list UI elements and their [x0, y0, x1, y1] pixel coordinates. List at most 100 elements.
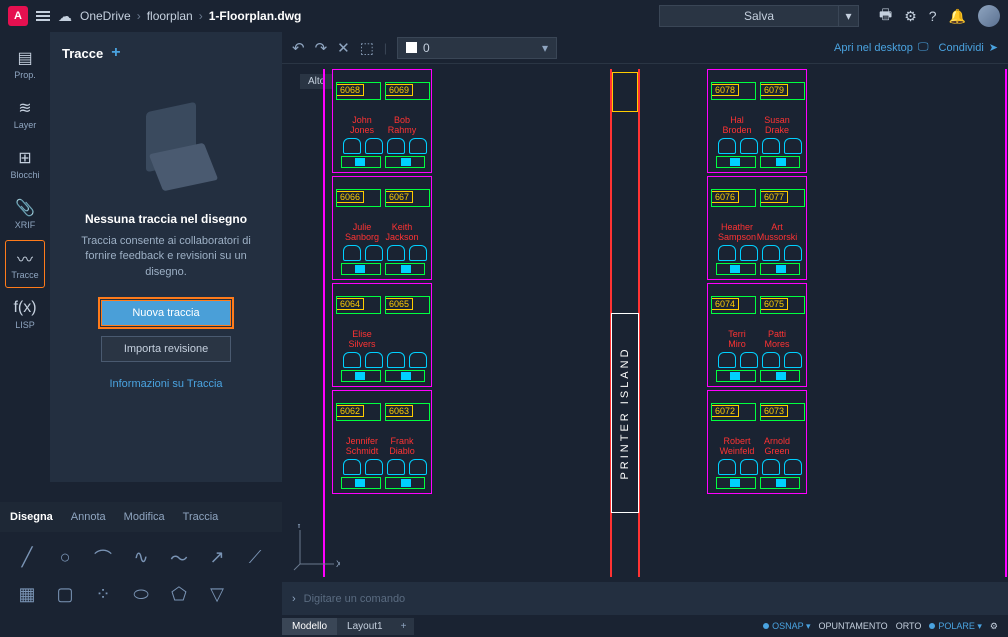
ucs-icon: XY: [292, 524, 340, 572]
corridor-box: [612, 72, 638, 112]
print-icon[interactable]: 🖶: [879, 4, 892, 28]
occupant-name: ArtMussorski: [756, 223, 798, 243]
svg-text:X: X: [336, 559, 340, 569]
breadcrumb-root[interactable]: OneDrive: [80, 9, 131, 23]
rail-label: Prop.: [14, 70, 36, 80]
rail-icon: ⊞: [15, 149, 35, 167]
rail-icon: ▤: [15, 49, 35, 67]
rail-item-prop[interactable]: ▤ Prop.: [5, 40, 45, 88]
polyline-tool[interactable]: ∿: [124, 540, 158, 575]
add-layout-icon[interactable]: +: [393, 618, 415, 635]
undo-icon[interactable]: ↶: [292, 39, 305, 57]
app-logo[interactable]: A: [8, 6, 28, 26]
save-caret-icon[interactable]: ▾: [838, 6, 858, 26]
rail-item-tracce[interactable]: 〰 Tracce: [5, 240, 45, 288]
occupant-name: JulieSanborg: [341, 223, 383, 243]
layout-tab-modello[interactable]: Modello: [282, 618, 337, 635]
trace-info-link[interactable]: Informazioni su Traccia: [62, 378, 270, 390]
command-line[interactable]: › Digitare un comando: [282, 582, 1008, 615]
status-toggle-osnap[interactable]: OSNAP ▾: [763, 621, 810, 632]
point-tool[interactable]: ⁘: [86, 579, 120, 609]
command-chevron-icon[interactable]: ›: [292, 593, 296, 605]
traces-panel: Tracce + Nessuna traccia nel disegno Tra…: [50, 32, 282, 482]
occupant-name: HalBroden: [716, 116, 758, 136]
rail-item-xrif[interactable]: 📎 XRIF: [5, 190, 45, 238]
occupant-name: TerriMiro: [716, 330, 758, 350]
tool-tab-modifica[interactable]: Modifica: [124, 511, 165, 523]
arc-tool[interactable]: ⌒: [86, 540, 120, 575]
spline-tool[interactable]: 〜: [162, 540, 196, 575]
tool-palette: ╱ ○ ⌒ ∿ 〜 ↗ ⟋ ▦ ▢ ⁘ ⬭ ⬠ ▽: [0, 532, 282, 617]
rail-icon: 〰: [15, 249, 35, 267]
office-bay: 60726073RobertWeinfeldArnoldGreen: [707, 390, 807, 494]
occupant-name: BobRahmy: [381, 116, 423, 136]
new-trace-button[interactable]: Nuova traccia: [101, 300, 231, 326]
canvas-toolbar: ↶ ↷ ✕ ⬚ | 0 ▾ Apri nel desktop 🖵 Condivi…: [282, 32, 1008, 64]
occupant-name: HeatherSampson: [716, 223, 758, 243]
rail-item-layer[interactable]: ≋Layer: [5, 90, 45, 138]
layout-tab-layout1[interactable]: Layout1: [337, 618, 393, 635]
breadcrumb-file[interactable]: 1-Floorplan.dwg: [209, 9, 302, 23]
floorplan: PRINTER ISLAND 60686069JohnJonesBobRahmy…: [327, 69, 1003, 577]
occupant-name: ArnoldGreen: [756, 437, 798, 457]
rail-label: LISP: [15, 320, 35, 330]
office-bay: 60746075TerriMiroPattiMores: [707, 283, 807, 387]
gear-icon[interactable]: ⚙: [904, 8, 917, 25]
hatch-tool[interactable]: ▦: [10, 579, 44, 609]
rail-item-lisp[interactable]: f(x)LISP: [5, 290, 45, 338]
rail-icon: 📎: [15, 199, 35, 217]
command-placeholder: Digitare un comando: [304, 593, 406, 605]
region-tool[interactable]: ▽: [200, 579, 234, 609]
selection-cycle-icon[interactable]: ✕: [337, 39, 350, 57]
office-bay: 60766077HeatherSampsonArtMussorski: [707, 176, 807, 280]
occupant-name: KeithJackson: [381, 223, 423, 243]
occupant-name: PattiMores: [756, 330, 798, 350]
drawing-canvas[interactable]: Alto PRINTER ISLAND 60686069JohnJonesBob…: [282, 64, 1008, 582]
printer-island: PRINTER ISLAND: [611, 313, 639, 513]
tool-tab-disegna[interactable]: Disegna: [10, 511, 53, 523]
tool-tab-traccia[interactable]: Traccia: [183, 511, 219, 523]
office-bay: 60666067JulieSanborgKeithJackson: [332, 176, 432, 280]
share-link[interactable]: Condividi ➤: [939, 41, 998, 54]
occupant-name: JenniferSchmidt: [341, 437, 383, 457]
circle-tool[interactable]: ○: [48, 540, 82, 575]
status-settings-icon[interactable]: ⚙: [990, 621, 998, 632]
rect-tool[interactable]: ▢: [48, 579, 82, 609]
occupant-name: JohnJones: [341, 116, 383, 136]
polygon-tool[interactable]: ⬠: [162, 579, 196, 609]
status-toggle-polare[interactable]: POLARE ▾: [929, 621, 982, 632]
occupant-name: RobertWeinfeld: [716, 437, 758, 457]
breadcrumb: OneDrive › floorplan › 1-Floorplan.dwg: [80, 9, 301, 23]
status-bar: OSNAP ▾ OPUNTAMENTO ORTO POLARE ▾ ⚙: [753, 615, 1008, 637]
rail-label: XRIF: [15, 220, 36, 230]
ellipse-tool[interactable]: ⬭: [124, 579, 158, 609]
open-desktop-link[interactable]: Apri nel desktop 🖵: [834, 41, 929, 54]
office-bay: 60686069JohnJonesBobRahmy: [332, 69, 432, 173]
redo-icon[interactable]: ↷: [315, 39, 328, 57]
add-trace-icon[interactable]: +: [111, 44, 120, 62]
rail-icon: ≋: [15, 99, 35, 117]
save-dropdown[interactable]: Salva ▾: [659, 5, 859, 27]
avatar[interactable]: [978, 5, 1000, 27]
save-label: Salva: [744, 9, 774, 23]
layout-tabs: ModelloLayout1+: [282, 615, 414, 637]
occupant-name: FrankDiablo: [381, 437, 423, 457]
status-toggle-opuntamento[interactable]: OPUNTAMENTO: [819, 621, 888, 631]
breadcrumb-folder[interactable]: floorplan: [147, 9, 193, 23]
status-toggle-orto[interactable]: ORTO: [896, 621, 922, 631]
tool-tab-annota[interactable]: Annota: [71, 511, 106, 523]
help-icon[interactable]: ?: [929, 8, 937, 24]
tool-tabs: Disegna Annota Modifica Traccia: [0, 502, 282, 532]
import-revision-button[interactable]: Importa revisione: [101, 336, 231, 362]
rail-label: Tracce: [11, 270, 38, 280]
menu-icon[interactable]: [36, 11, 50, 21]
zoom-window-icon[interactable]: ⬚: [360, 39, 374, 57]
layer-selector[interactable]: 0 ▾: [397, 37, 557, 59]
xline-tool[interactable]: ⟋: [238, 540, 272, 575]
bell-icon[interactable]: 🔔: [949, 8, 966, 25]
top-bar: A ☁ OneDrive › floorplan › 1-Floorplan.d…: [0, 0, 1008, 32]
ray-tool[interactable]: ↗: [200, 540, 234, 575]
line-tool[interactable]: ╱: [10, 540, 44, 575]
monitor-icon: 🖵: [918, 41, 929, 54]
rail-item-blocchi[interactable]: ⊞Blocchi: [5, 140, 45, 188]
